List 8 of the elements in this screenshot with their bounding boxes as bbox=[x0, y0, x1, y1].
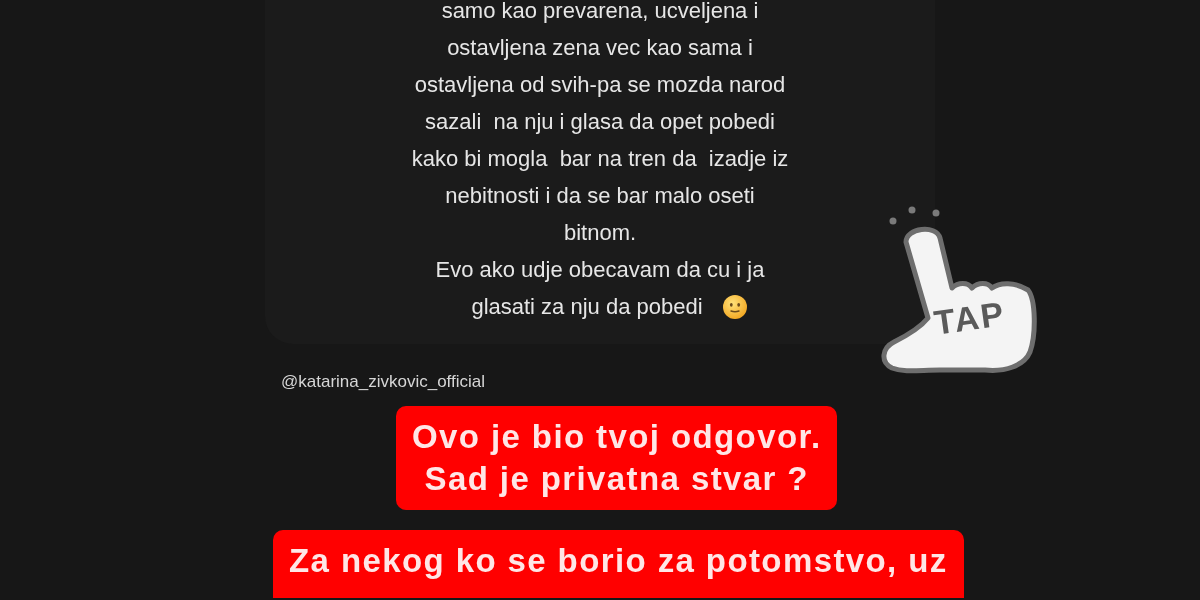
reply-sticker: Za nekog ko se borio za potomstvo, uz bbox=[273, 530, 964, 598]
question-text: samo kao prevarena, ucveljena i ostavljena zena vec kao sama i ostavljena od svih-pa se mozda narod sazali na nju i glasa da opet pobedi kako bi mogla bar na tren da izadje iz nebitnosti i da se bar malo oseti bitnom. bbox=[411, 0, 789, 247]
question-text: Evo ako udje obecavam da cu i ja bbox=[435, 256, 765, 284]
smiley-icon bbox=[722, 294, 747, 319]
mention-text: @katarina_zivkovic_official bbox=[281, 371, 486, 393]
reply-sticker: Ovo je bio tvoj odgovor. Sad je privatna stvar ? bbox=[396, 406, 838, 510]
tap-label: TAP bbox=[931, 295, 1008, 341]
question-text: glasati za nju da pobedi bbox=[471, 293, 703, 321]
